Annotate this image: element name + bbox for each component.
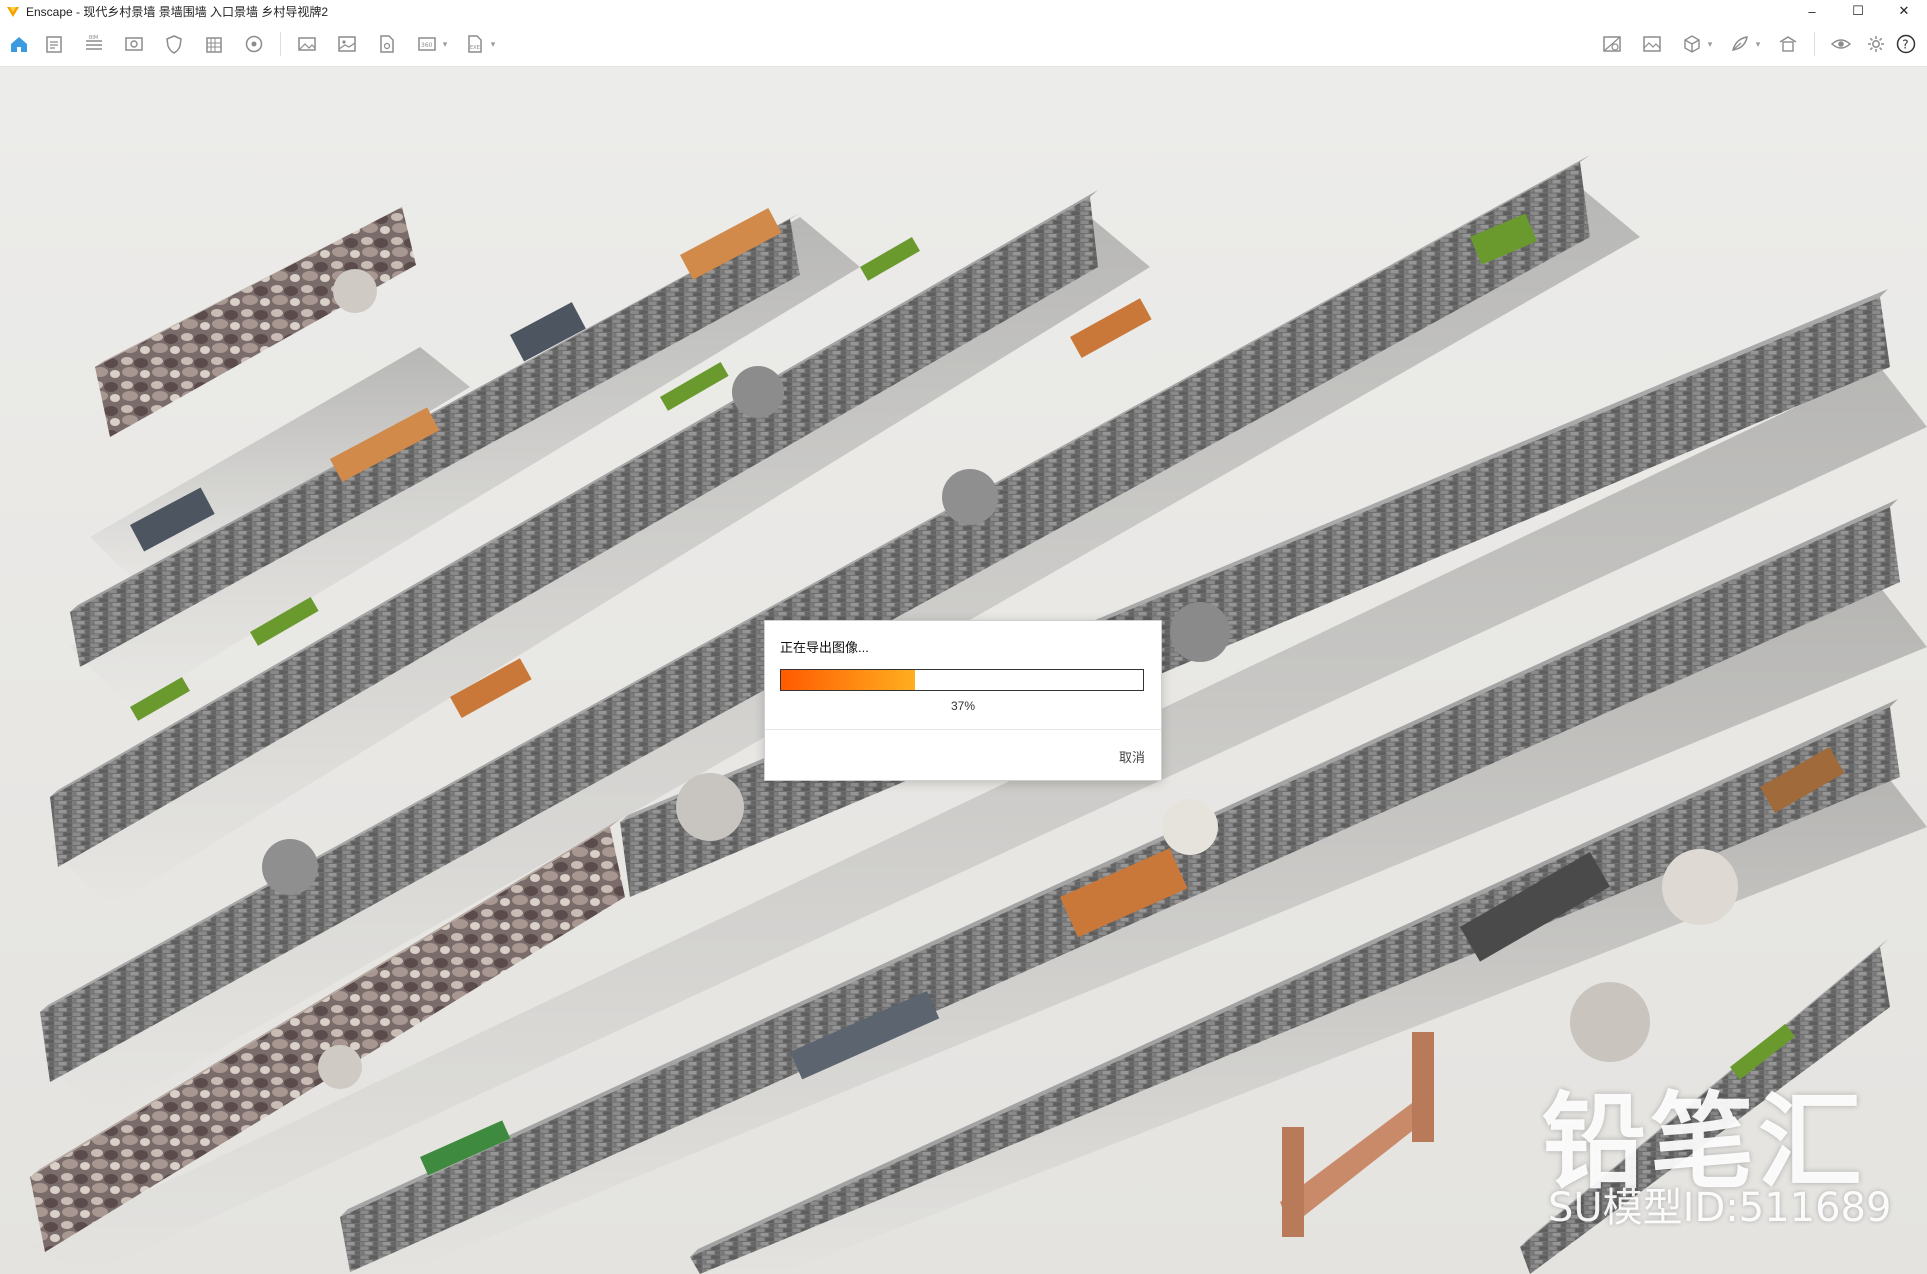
bim-icon: BIM <box>86 35 102 50</box>
progress-bar <box>780 669 1144 691</box>
building-button[interactable] <box>194 28 234 60</box>
asset-library-button[interactable] <box>1592 28 1632 60</box>
settings-button[interactable] <box>1861 28 1891 60</box>
web-export-icon: EXE <box>468 35 482 53</box>
enscape-toolbar: BIM 360 ▾ EXE ▾ ▾ ▾ ? <box>0 22 1927 83</box>
bim-button[interactable]: BIM <box>74 28 114 60</box>
export-progress-dialog: 正在导出图像... 37% 取消 <box>764 620 1162 781</box>
svg-text:360: 360 <box>421 42 433 49</box>
toolbar-separator <box>1814 32 1815 56</box>
image-settings-icon <box>1643 36 1661 52</box>
toolbar-separator <box>280 32 281 56</box>
collaborate-button[interactable] <box>1768 28 1808 60</box>
home-icon <box>11 37 27 52</box>
camera-path-icon <box>245 35 263 53</box>
asset-library-icon <box>1603 36 1621 52</box>
cube-icon <box>1684 35 1700 53</box>
dialog-divider <box>765 729 1161 730</box>
cube-dropdown-icon[interactable]: ▾ <box>1704 28 1716 60</box>
notes-button[interactable] <box>34 28 74 60</box>
export-file-icon <box>380 35 394 53</box>
toolbar-left-group: BIM 360 ▾ EXE ▾ <box>4 22 503 66</box>
progress-percent: 37% <box>950 699 976 713</box>
notes-icon <box>46 36 62 53</box>
views-button[interactable] <box>114 28 154 60</box>
export-file-button[interactable] <box>367 28 407 60</box>
toolbar-right-group: ▾ ▾ ? <box>1592 22 1921 66</box>
settings-icon <box>1868 36 1884 52</box>
help-button[interactable]: ? <box>1891 28 1921 60</box>
help-icon: ? <box>1896 34 1916 54</box>
window-controls: – ☐ ✕ <box>1789 0 1927 22</box>
collaborate-icon <box>1779 36 1797 52</box>
screenshot-button[interactable] <box>287 28 327 60</box>
enscape-logo-icon <box>7 7 19 17</box>
svg-text:BIM: BIM <box>89 35 98 41</box>
camera-path-button[interactable] <box>234 28 274 60</box>
visibility-button[interactable] <box>1821 28 1861 60</box>
home-button[interactable] <box>4 28 34 60</box>
svg-text:?: ? <box>1902 38 1908 52</box>
shield-icon <box>166 35 182 54</box>
material-editor-icon <box>1731 36 1748 51</box>
close-button[interactable]: ✕ <box>1881 0 1927 22</box>
svg-text:EXE: EXE <box>470 45 480 51</box>
watermark-model-id: SU模型ID:511689 <box>1548 1185 1892 1231</box>
web-export-dropdown-icon[interactable]: ▾ <box>487 28 499 60</box>
material-editor-dropdown-icon[interactable]: ▾ <box>1752 28 1764 60</box>
exe-export-icon: 360 <box>418 37 436 51</box>
dialog-title: 正在导出图像... <box>780 640 869 655</box>
shield-button[interactable] <box>154 28 194 60</box>
image-export-button[interactable] <box>327 28 367 60</box>
visibility-icon <box>1830 39 1852 49</box>
cancel-button[interactable]: 取消 <box>1119 747 1145 766</box>
image-export-icon <box>338 36 356 52</box>
progress-bar-fill <box>781 670 915 690</box>
render-viewport[interactable]: 铅笔汇 SU模型ID:511689 正在导出图像... 37% 取消 <box>0 67 1927 1274</box>
image-settings-button[interactable] <box>1632 28 1672 60</box>
exe-export-dropdown-icon[interactable]: ▾ <box>439 28 451 60</box>
building-icon <box>206 37 222 53</box>
views-icon <box>125 37 143 51</box>
screenshot-icon <box>298 37 316 51</box>
title-bar: Enscape - 现代乡村景墙 景墙围墙 入口景墙 乡村导视牌2 – ☐ ✕ <box>0 0 1927 22</box>
window-title: Enscape - 现代乡村景墙 景墙围墙 入口景墙 乡村导视牌2 <box>26 4 329 19</box>
maximize-button[interactable]: ☐ <box>1835 0 1881 22</box>
minimize-button[interactable]: – <box>1789 0 1835 22</box>
